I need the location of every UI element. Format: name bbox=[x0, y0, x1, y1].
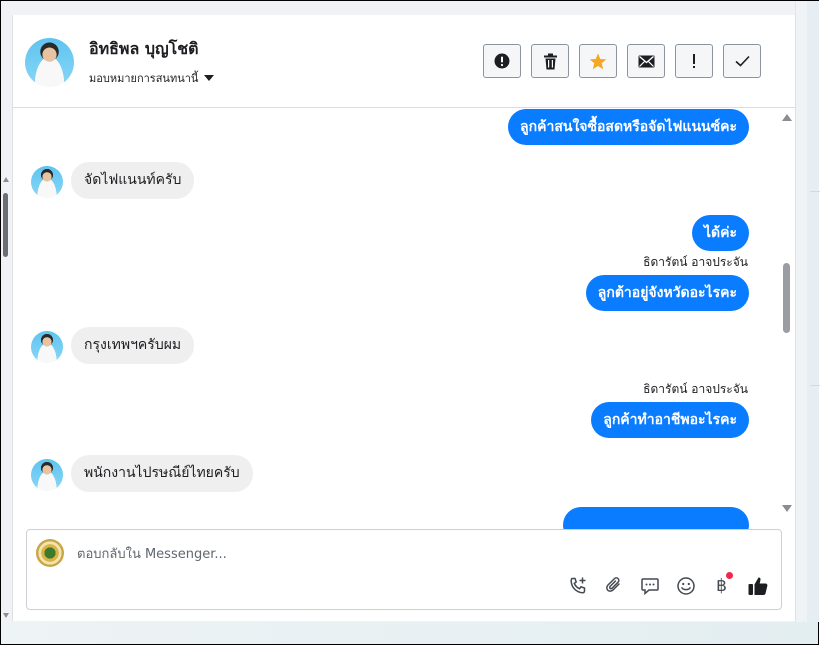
contact-avatar[interactable] bbox=[25, 38, 74, 87]
reply-input[interactable] bbox=[75, 542, 679, 566]
right-panel-divider bbox=[810, 191, 820, 192]
call-button[interactable] bbox=[564, 572, 591, 599]
scroll-thumb[interactable] bbox=[783, 263, 790, 333]
scroll-down-arrow[interactable] bbox=[782, 505, 792, 512]
assign-conversation-dropdown[interactable]: มอบหมายการสนทนานี้ bbox=[89, 69, 215, 87]
baht-icon: ฿ bbox=[716, 575, 727, 596]
important-button[interactable] bbox=[675, 44, 713, 78]
exclamation-icon bbox=[693, 54, 695, 68]
phone-plus-icon bbox=[569, 577, 585, 594]
attach-button[interactable] bbox=[600, 572, 627, 599]
composer-toolbar: ฿ bbox=[564, 572, 771, 599]
outgoing-message[interactable]: ลูกค้าทำอาชีพอะไรคะ bbox=[591, 402, 749, 438]
chat-header: อิทธิพล บุญโชติ มอบหมายการสนทนานี้ bbox=[13, 15, 795, 108]
payment-button[interactable]: ฿ bbox=[708, 572, 735, 599]
exclamation-circle-icon bbox=[494, 53, 510, 69]
like-button[interactable] bbox=[744, 572, 771, 599]
outgoing-message[interactable]: ลูกค้าสนใจซื้อสดหรือจัดไฟแนนซ์คะ bbox=[508, 109, 749, 145]
message-scrollbar[interactable] bbox=[781, 108, 793, 512]
delete-button[interactable] bbox=[531, 44, 569, 78]
scroll-up-arrow[interactable] bbox=[782, 114, 792, 121]
right-side-panel bbox=[795, 1, 820, 622]
thumbs-up-icon bbox=[748, 576, 767, 595]
check-icon bbox=[734, 55, 750, 67]
notification-dot bbox=[726, 572, 733, 579]
contact-name[interactable]: อิทธิพล บุญโชติ bbox=[89, 37, 198, 62]
trash-icon bbox=[543, 53, 557, 69]
incoming-message[interactable]: กรุงเทพฯครับผม bbox=[71, 327, 195, 364]
scroll-thumb[interactable] bbox=[3, 193, 8, 257]
saved-replies-button[interactable] bbox=[636, 572, 663, 599]
emoji-button[interactable] bbox=[672, 572, 699, 599]
star-icon bbox=[589, 53, 607, 69]
customer-avatar bbox=[31, 166, 63, 198]
envelope-icon bbox=[638, 55, 654, 67]
outer-scrollbar[interactable] bbox=[1, 175, 11, 625]
assign-conversation-label: มอบหมายการสนทนานี้ bbox=[89, 72, 199, 85]
customer-avatar bbox=[31, 331, 63, 363]
right-panel-divider bbox=[810, 385, 820, 386]
outgoing-message[interactable]: ลูกต้าอยู่จังหวัดอะไรคะ bbox=[585, 275, 749, 311]
customer-avatar bbox=[31, 459, 63, 491]
paperclip-icon bbox=[605, 576, 620, 592]
sender-label: ธิดารัตน์ อาจประจัน bbox=[643, 255, 748, 269]
chat-bubble-icon bbox=[640, 577, 659, 595]
scroll-down-arrow[interactable] bbox=[3, 613, 9, 618]
star-button[interactable] bbox=[579, 44, 617, 78]
caret-down-icon bbox=[204, 75, 215, 81]
right-panel-strip bbox=[807, 1, 819, 622]
done-button[interactable] bbox=[723, 44, 761, 78]
mark-unread-button[interactable] bbox=[627, 44, 665, 78]
sender-label: ธิดารัตน์ อาจประจัน bbox=[643, 382, 748, 396]
chat-panel: อิทธิพล บุญโชติ มอบหมายการสนทนานี้ ลูกค้… bbox=[12, 15, 796, 621]
smiley-icon bbox=[676, 576, 695, 595]
report-button[interactable] bbox=[483, 44, 521, 78]
outgoing-message-partial[interactable] bbox=[563, 507, 749, 530]
incoming-message[interactable]: พนักงานไปรษณีย์ไทยครับ bbox=[71, 455, 253, 492]
incoming-message[interactable]: จัดไฟแนนท์ครับ bbox=[71, 162, 195, 199]
outgoing-message[interactable]: ได้ค่ะ bbox=[691, 215, 749, 251]
page-avatar bbox=[36, 539, 64, 567]
reply-composer: ฿ bbox=[26, 529, 782, 610]
bottom-strip bbox=[1, 622, 818, 644]
scroll-up-arrow[interactable] bbox=[3, 177, 9, 182]
message-list: ลูกค้าสนใจซื้อสดหรือจัดไฟแนนซ์คะ จัดไฟแน… bbox=[13, 108, 795, 530]
